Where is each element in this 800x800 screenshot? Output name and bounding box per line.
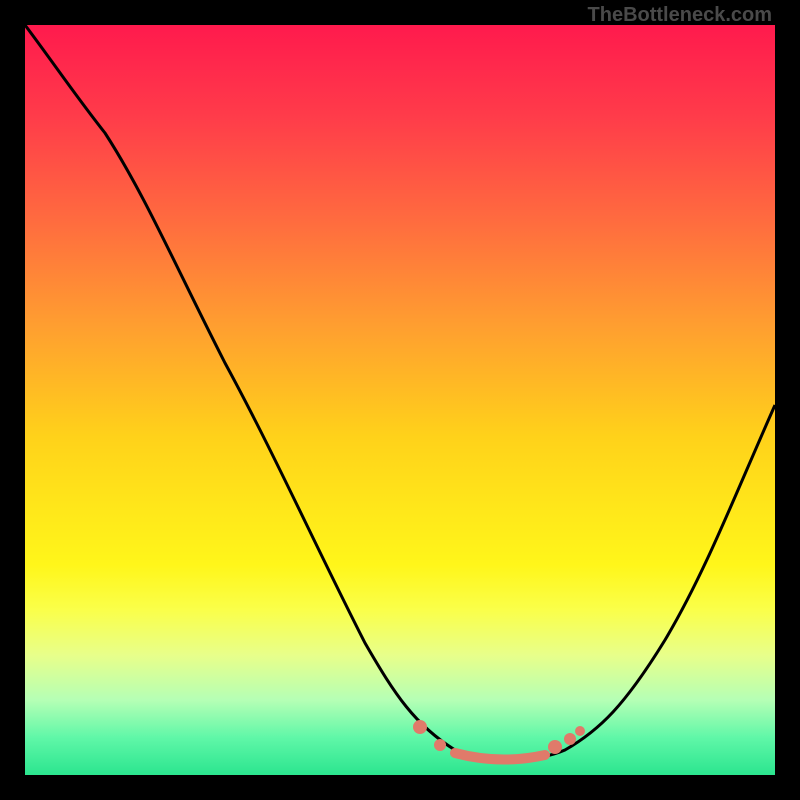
highlight-dot: [434, 739, 446, 751]
highlight-dot: [575, 726, 585, 736]
highlight-segment: [455, 753, 545, 760]
bottleneck-curve: [25, 25, 775, 760]
highlight-dot: [548, 740, 562, 754]
watermark-text: TheBottleneck.com: [588, 4, 772, 27]
highlight-dot: [413, 720, 427, 734]
highlight-dot: [564, 733, 576, 745]
chart-svg: [25, 25, 775, 775]
